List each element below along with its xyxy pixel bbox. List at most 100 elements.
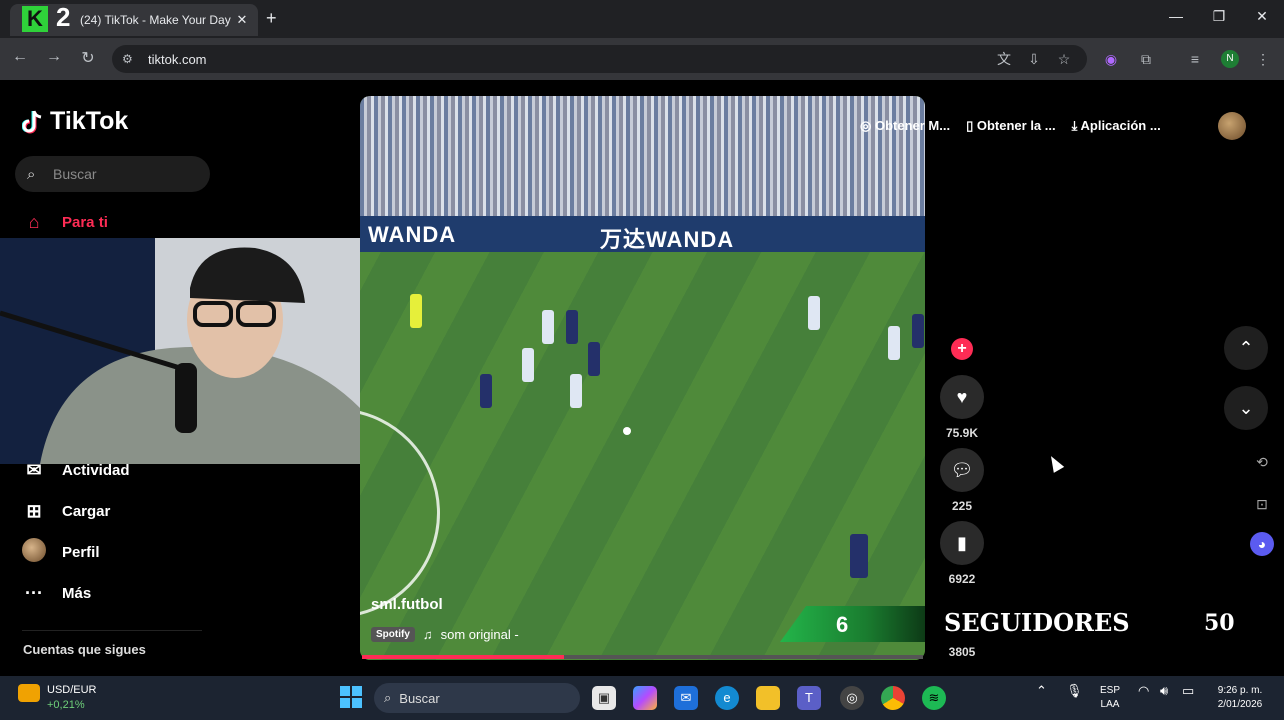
battery-icon[interactable]: ▭ bbox=[1182, 684, 1194, 698]
player bbox=[912, 314, 924, 348]
score-overlay-number: 6 bbox=[836, 612, 849, 637]
teams-icon[interactable]: T bbox=[797, 686, 821, 710]
tray-chevron-icon[interactable]: ⌃ bbox=[1036, 684, 1047, 698]
referee bbox=[410, 294, 422, 328]
music-note-icon: ♫ bbox=[422, 627, 433, 642]
search-placeholder: Buscar bbox=[53, 166, 97, 182]
file-explorer-icon[interactable] bbox=[756, 686, 780, 710]
taskbar-search-text: Buscar bbox=[399, 690, 440, 706]
like-button[interactable]: ♥ bbox=[940, 375, 984, 419]
address-bar[interactable]: ⚙ tiktok.com bbox=[112, 45, 1087, 73]
get-app-link[interactable]: ▯ Obtener la ... bbox=[966, 118, 1056, 134]
sidebar-item-cargar[interactable]: ⊞ Cargar bbox=[22, 499, 110, 523]
fx-pair: USD/EUR bbox=[47, 684, 97, 696]
extensions-puzzle-icon[interactable]: ⧉ bbox=[1137, 50, 1155, 68]
follow-plus-button[interactable]: + bbox=[951, 338, 973, 360]
spotify-icon[interactable]: ≋ bbox=[922, 686, 946, 710]
home-icon: ⌂ bbox=[28, 211, 40, 232]
bookmark-icon: ▮ bbox=[957, 533, 967, 553]
share-count: 3805 bbox=[948, 645, 976, 659]
comment-icon: 💬︎ bbox=[950, 460, 974, 480]
fx-change: +0,21% bbox=[47, 699, 85, 711]
like-count: 75.9K bbox=[945, 426, 979, 440]
maximize-icon[interactable]: ❐ bbox=[1209, 8, 1229, 25]
streamer-logo-k: K bbox=[22, 6, 48, 32]
save-button[interactable]: ▮ bbox=[940, 521, 984, 565]
wifi-icon[interactable]: ◠ bbox=[1138, 684, 1149, 698]
site-info-icon[interactable]: ⚙ bbox=[122, 52, 138, 66]
minimize-icon[interactable]: — bbox=[1166, 8, 1186, 24]
sidebar-search-field[interactable]: ⌕ Buscar bbox=[15, 156, 210, 192]
user-avatar[interactable] bbox=[1218, 112, 1246, 140]
player bbox=[850, 534, 868, 578]
sidebar-item-perfil[interactable]: Perfil bbox=[22, 537, 100, 567]
language-indicator[interactable]: ESP LAA bbox=[1098, 684, 1122, 712]
url-text: tiktok.com bbox=[148, 51, 207, 67]
comment-button[interactable]: 💬︎ bbox=[940, 448, 984, 492]
heart-icon: ♥ bbox=[956, 387, 968, 407]
tiktok-logo[interactable]: TikTok bbox=[22, 107, 128, 136]
ad-text-center: 万达WANDA bbox=[600, 227, 735, 252]
video-creator[interactable]: sml.futbol bbox=[371, 596, 443, 613]
taskbar-search[interactable]: ⌕ Buscar bbox=[374, 683, 580, 713]
player bbox=[888, 326, 900, 360]
browser-menu-icon[interactable]: ⋮ bbox=[1254, 50, 1272, 68]
search-icon: ⌕ bbox=[27, 165, 36, 183]
new-tab-button[interactable]: + bbox=[266, 8, 277, 29]
volume-icon[interactable]: 🔊︎ bbox=[1160, 684, 1168, 698]
chrome-icon[interactable] bbox=[881, 686, 905, 710]
reload-icon[interactable]: ↻ bbox=[78, 48, 98, 68]
tab-close-icon[interactable]: ✕ bbox=[234, 12, 250, 28]
translate-icon[interactable]: 文 bbox=[995, 50, 1013, 68]
comment-count: 225 bbox=[951, 499, 973, 513]
bookmark-star-icon[interactable]: ☆ bbox=[1055, 50, 1073, 68]
install-app-icon[interactable]: ⇩ bbox=[1025, 50, 1043, 68]
sidebar-item-para-ti[interactable]: ⌂ Para ti bbox=[22, 210, 108, 234]
previous-video-button[interactable]: ⌃ bbox=[1224, 326, 1268, 370]
player bbox=[588, 342, 600, 376]
sidebar-item-label: Actividad bbox=[62, 461, 130, 479]
sidebar-item-label: Cargar bbox=[62, 502, 111, 520]
player bbox=[542, 310, 554, 344]
edge-icon[interactable]: e bbox=[715, 686, 739, 710]
widget-icon[interactable] bbox=[18, 684, 40, 702]
player bbox=[570, 374, 582, 408]
close-window-icon[interactable]: ✕ bbox=[1252, 8, 1272, 25]
sidebar-divider bbox=[22, 630, 202, 631]
microphone-icon[interactable]: 🎙︎ bbox=[1066, 684, 1083, 698]
next-video-button[interactable]: ⌄ bbox=[1224, 386, 1268, 430]
extension-icon[interactable]: ◉ bbox=[1102, 50, 1120, 68]
save-count: 6922 bbox=[948, 572, 976, 586]
following-heading: Cuentas que sigues bbox=[23, 642, 146, 657]
mail-icon[interactable]: ✉ bbox=[674, 686, 698, 710]
search-icon: ⌕ bbox=[384, 690, 392, 705]
get-coins-link[interactable]: ◎ Obtener M... bbox=[860, 118, 950, 134]
discord-icon[interactable]: ◕ bbox=[1250, 532, 1274, 556]
scan-icon[interactable]: ⊡ bbox=[1250, 492, 1274, 516]
followers-count: 50 bbox=[1204, 610, 1235, 636]
ad-text-left: WANDA bbox=[368, 222, 457, 247]
tiktok-brand-text: TikTok bbox=[50, 107, 129, 135]
sidebar-item-label: Más bbox=[62, 584, 92, 602]
player bbox=[480, 374, 492, 408]
video-progress-fill bbox=[362, 655, 564, 659]
football bbox=[623, 427, 631, 435]
forward-arrow-icon[interactable]: → bbox=[44, 48, 64, 66]
obs-icon[interactable]: ◎ bbox=[840, 686, 864, 710]
translate-side-icon[interactable]: ⟲ bbox=[1250, 450, 1274, 474]
profile-avatar-icon bbox=[22, 537, 46, 567]
back-arrow-icon[interactable]: ← bbox=[10, 48, 30, 66]
task-view-icon[interactable]: ▣ bbox=[592, 686, 616, 710]
start-button[interactable] bbox=[340, 686, 362, 708]
browser-profile-avatar[interactable]: N bbox=[1221, 50, 1239, 68]
desktop-app-link[interactable]: ⤓ Aplicación ... bbox=[1072, 118, 1161, 134]
sidebar-item-mas[interactable]: ··· Más bbox=[22, 581, 91, 605]
football-pitch bbox=[360, 252, 925, 660]
top-actions-bar: ◎ Obtener M... ▯ Obtener la ... ⤓ Aplica… bbox=[860, 104, 1260, 148]
video-sound-row[interactable]: Spotify ♫ som original - bbox=[371, 627, 519, 642]
video-player[interactable]: WANDA 万达WANDA bbox=[360, 96, 925, 660]
clock[interactable]: 9:26 p. m. 2/01/2026 bbox=[1210, 684, 1270, 712]
sound-name: som original - bbox=[440, 627, 519, 642]
media-control-icon[interactable]: ≡ bbox=[1186, 50, 1204, 68]
copilot-icon[interactable] bbox=[633, 686, 657, 710]
